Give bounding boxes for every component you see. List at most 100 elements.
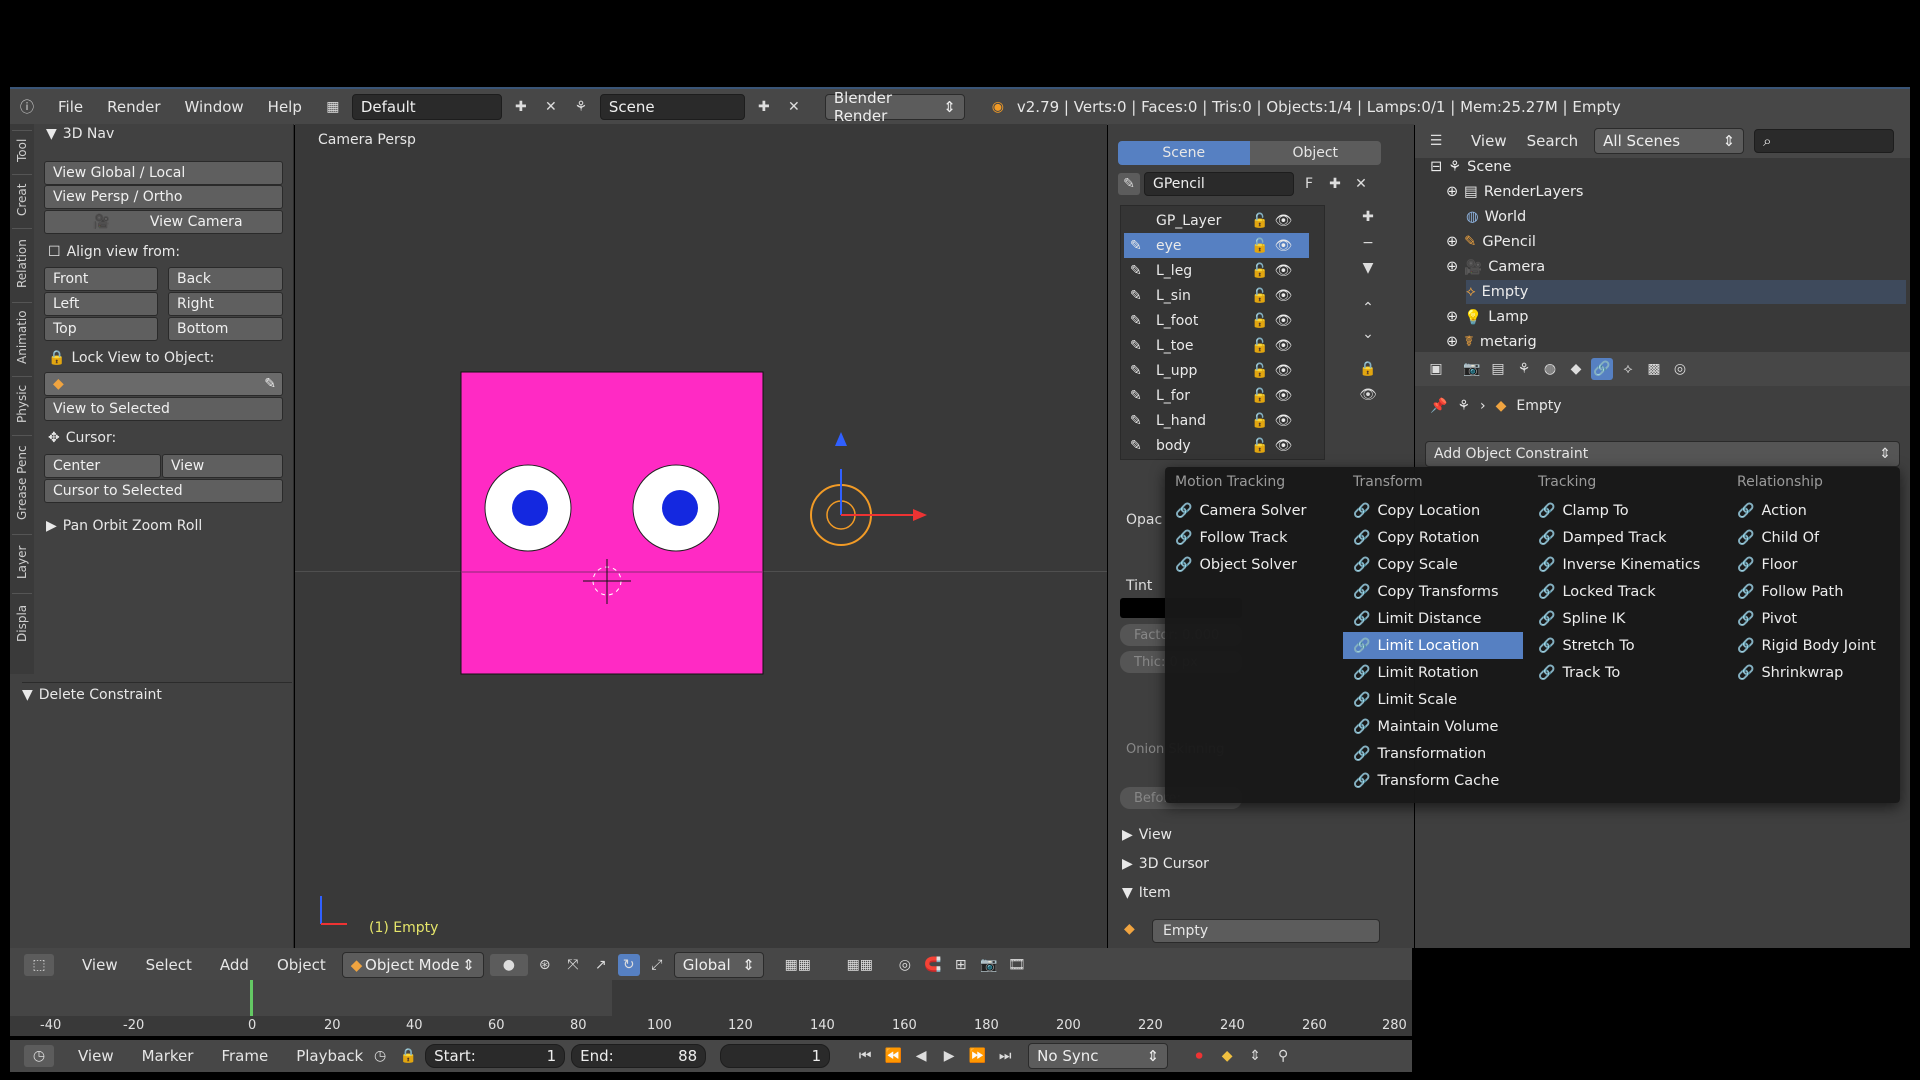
menu-item-action[interactable]: 🔗 Action [1727, 497, 1897, 524]
gp-layer-row[interactable]: ✎ L_sin 🔓 👁 [1124, 283, 1309, 308]
pencil-icon[interactable]: ✎ [1118, 173, 1140, 195]
menu-item-limit-scale[interactable]: 🔗 Limit Scale [1343, 686, 1523, 713]
gp-layer-row[interactable]: ✎ L_foot 🔓 👁 [1124, 308, 1309, 333]
world-tab-icon[interactable]: ◍ [1539, 358, 1561, 380]
scene-icon[interactable]: ⚘ [570, 96, 592, 118]
next-keyframe-icon[interactable]: ⏩ [966, 1045, 988, 1067]
timeline-editor[interactable]: -40 -20 0 20 40 60 80 100 120 140 160 18… [10, 980, 1412, 1036]
constraints-tab-icon[interactable]: 🔗 [1591, 358, 1613, 380]
display-mode-select[interactable]: All Scenes ⇕ [1594, 128, 1745, 154]
panel-delete-constraint-header[interactable]: ▼ Delete Constraint [22, 682, 292, 703]
manipulator-toggle-icon[interactable]: ⤧ [562, 954, 584, 976]
view-persp-ortho-button[interactable]: View Persp / Ortho [44, 185, 283, 209]
menu-item-inverse-kinematics[interactable]: 🔗 Inverse Kinematics [1528, 551, 1723, 578]
move-up-icon[interactable]: ⌃ [1357, 298, 1379, 318]
eye-icon[interactable]: 👁 [1274, 438, 1292, 454]
lock-icon[interactable]: 🔓 [1251, 438, 1268, 454]
3d-viewport[interactable]: Camera Persp (1) Empty [295, 124, 1107, 948]
menu-item-rigid-body-joint[interactable]: 🔗 Rigid Body Joint [1727, 632, 1897, 659]
back-button[interactable]: Back [168, 267, 283, 291]
start-frame-field[interactable]: Start: 1 [425, 1044, 566, 1068]
menu-item-camera-solver[interactable]: 🔗 Camera Solver [1165, 497, 1342, 524]
cursor-view-button[interactable]: View [162, 454, 283, 478]
lock-object-field[interactable]: ◆ ✎ [44, 372, 283, 396]
menu-item-maintain-volume[interactable]: 🔗 Maintain Volume [1343, 713, 1523, 740]
eye-icon[interactable]: 👁 [1274, 238, 1292, 254]
eye-icon[interactable]: 👁 [1274, 288, 1292, 304]
view-camera-button[interactable]: 🎥 View Camera [44, 210, 283, 234]
menu-item-object-solver[interactable]: 🔗 Object Solver [1165, 551, 1342, 578]
lock-range-icon[interactable]: 🔒 [397, 1045, 419, 1067]
menu-item-copy-scale[interactable]: 🔗 Copy Scale [1343, 551, 1523, 578]
gp-layer-row[interactable]: ✎ L_toe 🔓 👁 [1124, 333, 1309, 358]
eye-icon[interactable]: 👁 [1274, 363, 1292, 379]
tab-object[interactable]: Object [1249, 141, 1381, 165]
outliner-item-world[interactable]: ◍ World [1466, 205, 1526, 229]
snap-target-icon[interactable]: ⊞ [950, 954, 972, 976]
transform-orientation-select[interactable]: Global ⇕ [673, 952, 764, 978]
outliner-item-camera[interactable]: ⊕ 🎥 Camera [1446, 255, 1545, 279]
lock-icon[interactable]: 🔓 [1251, 413, 1268, 429]
menu-item-track-to[interactable]: 🔗 Track To [1528, 659, 1723, 686]
menu-item-copy-transforms[interactable]: 🔗 Copy Transforms [1343, 578, 1523, 605]
layers-grid-icon[interactable]: ▦▦ [770, 954, 826, 976]
menu-item-child-of[interactable]: 🔗 Child Of [1727, 524, 1897, 551]
view-global-local-button[interactable]: View Global / Local [44, 161, 283, 185]
outliner-item-lamp[interactable]: ⊕ 💡 Lamp [1446, 305, 1529, 329]
add-gpencil-icon[interactable]: ✚ [1324, 173, 1346, 195]
keyframe-type-icon[interactable]: ⇕ [1244, 1045, 1266, 1067]
menu-item-floor[interactable]: 🔗 Floor [1727, 551, 1897, 578]
timeline-editor-icon[interactable]: ◷ [24, 1045, 54, 1067]
move-down-icon[interactable]: ⌄ [1357, 324, 1379, 344]
current-frame-field[interactable]: 1 [720, 1044, 831, 1068]
menu-help[interactable]: Help [268, 98, 302, 116]
cursor-to-selected-button[interactable]: Cursor to Selected [44, 479, 283, 503]
menu-item-clamp-to[interactable]: 🔗 Clamp To [1528, 497, 1723, 524]
menu-item-follow-track[interactable]: 🔗 Follow Track [1165, 524, 1342, 551]
menu-item-locked-track[interactable]: 🔗 Locked Track [1528, 578, 1723, 605]
viewport-shading-icon[interactable]: ● [489, 954, 528, 976]
add-layout-icon[interactable]: ✚ [510, 96, 532, 118]
tab-relations[interactable]: Relation [12, 228, 32, 298]
menu-item-stretch-to[interactable]: 🔗 Stretch To [1528, 632, 1723, 659]
lock-icon[interactable]: 🔓 [1251, 213, 1268, 229]
info-editor-icon[interactable]: ⓘ [16, 96, 38, 118]
menu-item-transform-cache[interactable]: 🔗 Transform Cache [1343, 767, 1523, 794]
lock-icon[interactable]: 🔓 [1251, 388, 1268, 404]
jump-end-icon[interactable]: ⏭ [994, 1045, 1016, 1067]
record-icon[interactable]: ⏺ [1188, 1045, 1210, 1067]
menu-item-limit-rotation[interactable]: 🔗 Limit Rotation [1343, 659, 1523, 686]
end-frame-field[interactable]: End: 88 [571, 1044, 707, 1068]
outliner-item-gpencil[interactable]: ⊕ ✎ GPencil [1446, 230, 1536, 254]
gpencil-name-field[interactable]: GPencil [1144, 172, 1294, 196]
translate-manipulator-icon[interactable]: ↗ [590, 954, 612, 976]
gp-layer-row[interactable]: ✎ body 🔓 👁 [1124, 433, 1309, 458]
menu-item-copy-location[interactable]: 🔗 Copy Location [1343, 497, 1523, 524]
eye-icon[interactable]: 👁 [1274, 388, 1292, 404]
menu-item-spline-ik[interactable]: 🔗 Spline IK [1528, 605, 1723, 632]
gp-layer-row[interactable]: ✎ L_leg 🔓 👁 [1124, 258, 1309, 283]
panel-item-header[interactable]: ▼ Item [1122, 885, 1171, 901]
tab-display[interactable]: Displa [12, 593, 32, 653]
remove-layout-icon[interactable]: ✕ [540, 96, 562, 118]
menu-add[interactable]: Add [220, 956, 249, 974]
keying-set-icon[interactable]: ◆ [1216, 1045, 1238, 1067]
play-reverse-icon[interactable]: ◀ [910, 1045, 932, 1067]
screen-layout-field[interactable]: Default [351, 94, 502, 120]
tab-animation[interactable]: Animatio [12, 302, 32, 372]
play-icon[interactable]: ▶ [938, 1045, 960, 1067]
tab-grease-pencil[interactable]: Grease Penc [12, 435, 32, 530]
panel-view-header[interactable]: ▶ View [1122, 827, 1172, 843]
empty-object-gizmo[interactable] [810, 432, 927, 546]
lock-icon[interactable]: 🔓 [1251, 338, 1268, 354]
eye-icon[interactable]: 👁 [1274, 263, 1292, 279]
fake-user-toggle[interactable]: F [1298, 173, 1320, 195]
right-button[interactable]: Right [168, 292, 283, 316]
scale-manipulator-icon[interactable]: ⤢ [646, 954, 668, 976]
menu-window[interactable]: Window [185, 98, 244, 116]
remove-layer-icon[interactable]: − [1357, 233, 1379, 253]
gp-layer-row[interactable]: ✎ L_for 🔓 👁 [1124, 383, 1309, 408]
panel-3dnav-header[interactable]: ▼ 3D Nav [46, 126, 114, 142]
layers-tab-icon[interactable]: ▤ [1487, 358, 1509, 380]
menu-item-pivot[interactable]: 🔗 Pivot [1727, 605, 1897, 632]
